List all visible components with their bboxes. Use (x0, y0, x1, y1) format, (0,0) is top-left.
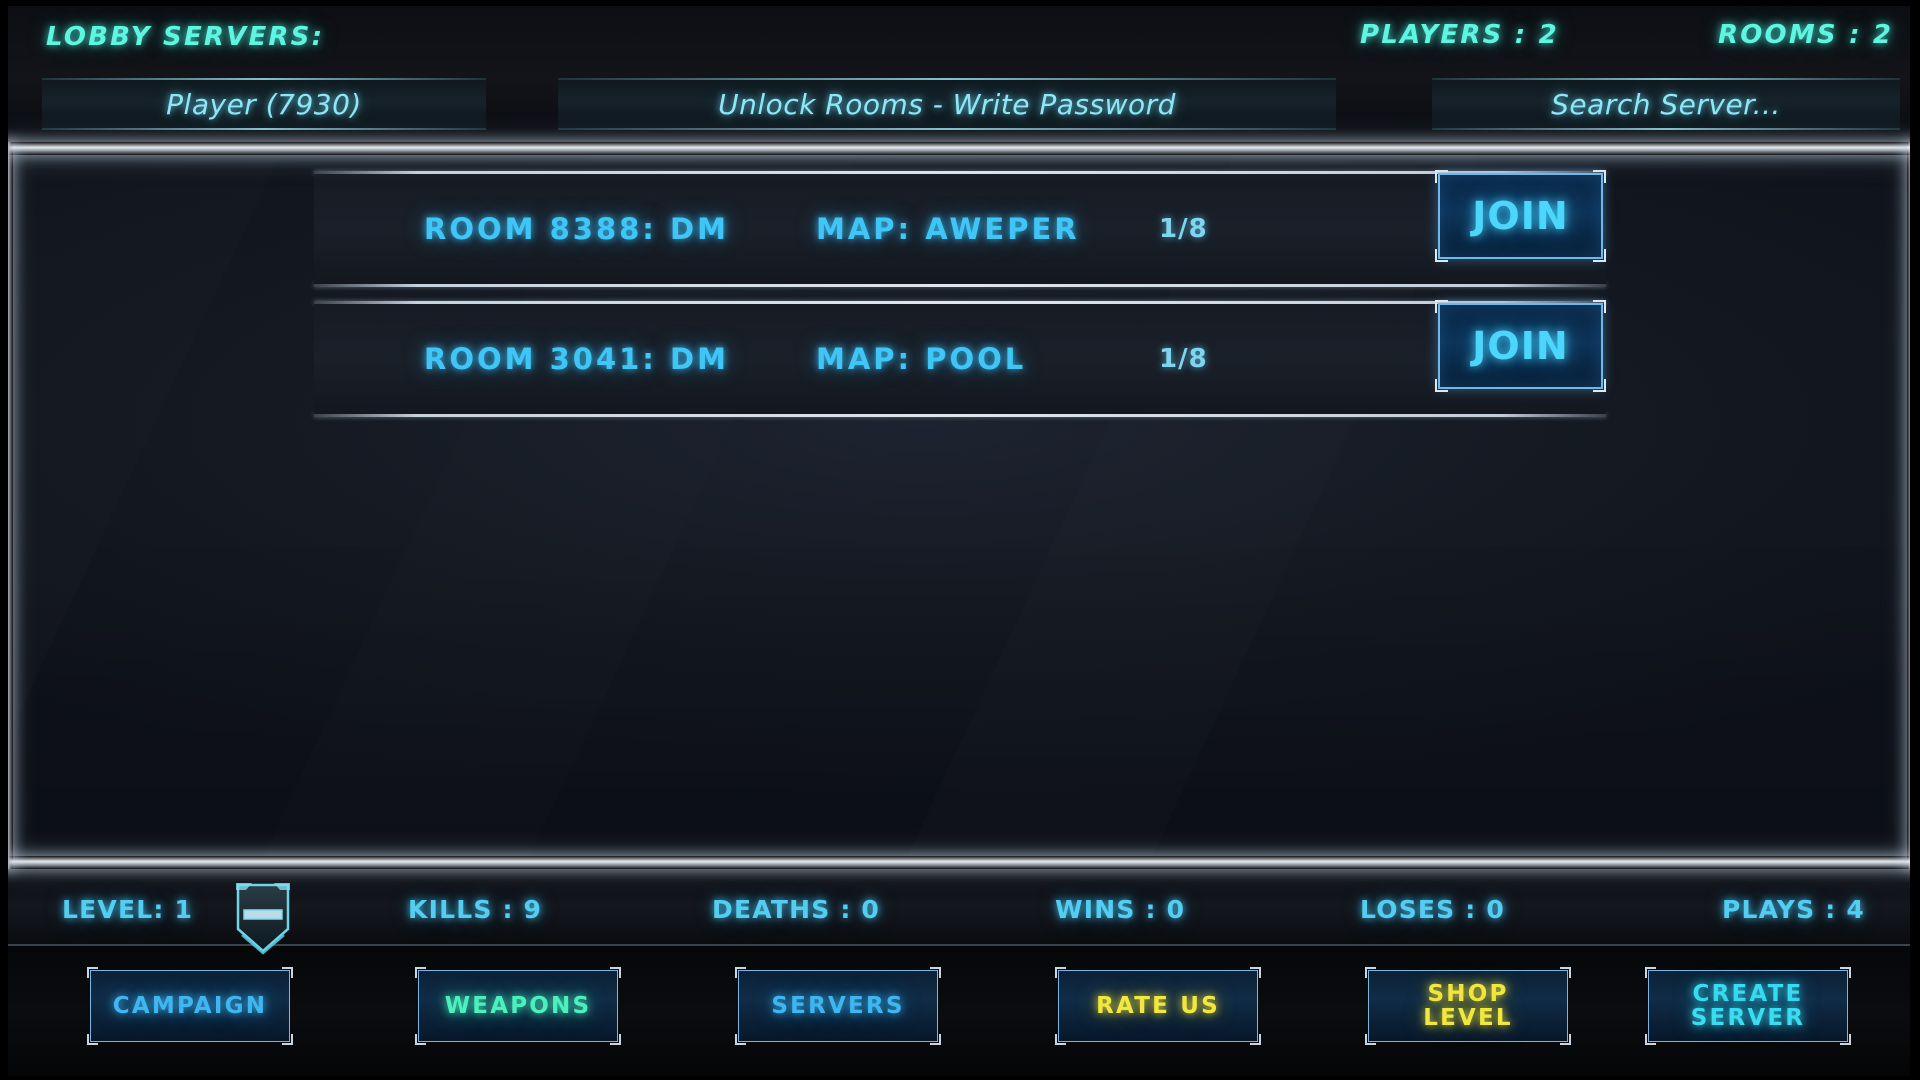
room-name: ROOM 3041: DM (424, 342, 729, 376)
corner-bracket-br (610, 1034, 621, 1045)
corner-bracket-bl (1435, 379, 1448, 392)
nav-button-servers[interactable]: SERVERS (735, 967, 941, 1045)
corner-bracket-tr (282, 967, 293, 978)
stat-wins: WINS : 0 (1055, 895, 1186, 924)
corner-bracket-bl (415, 1034, 426, 1045)
nav-button-label: CREATE (1692, 980, 1804, 1007)
nav-button-shop[interactable]: SHOP LEVEL (1365, 967, 1571, 1045)
corner-bracket-tl (87, 967, 98, 978)
corner-bracket-bl (1365, 1034, 1376, 1045)
nav-button-label: WEAPONS (444, 992, 592, 1019)
corner-bracket-tr (610, 967, 621, 978)
nav-button-label-2: LEVEL (1423, 1005, 1513, 1031)
corner-bracket-bl (735, 1034, 746, 1045)
frame-divider-top (0, 142, 1920, 155)
server-room-list: ROOM 8388: DM MAP: AWEPER 1/8 JOIN ROOM 3041… (13, 155, 1907, 417)
row-rule-bottom (314, 414, 1606, 417)
nav-button-create[interactable]: CREATE SERVER (1645, 967, 1851, 1045)
nav-button-label: SHOP (1427, 980, 1509, 1007)
stat-kills: KILLS : 9 (408, 895, 543, 924)
stat-loses: LOSES : 0 (1360, 895, 1505, 924)
corner-bracket-bl (1645, 1034, 1656, 1045)
corner-bracket-tr (1593, 170, 1606, 183)
corner-bracket-tr (1840, 967, 1851, 978)
corner-bracket-bl (87, 1034, 98, 1045)
join-button[interactable]: JOIN (1435, 170, 1606, 262)
bottom-nav-bar: CAMPAIGN WEAPONS SERVERS RATE US SHOP LEVEL CR… (0, 946, 1920, 1080)
corner-bracket-br (1593, 249, 1606, 262)
search-input[interactable]: Search Server... (1432, 78, 1900, 130)
corner-bracket-tr (1560, 967, 1571, 978)
corner-bracket-br (1560, 1034, 1571, 1045)
shield-rank-icon (228, 877, 298, 955)
letterbox-left (0, 0, 8, 1080)
frame-divider-bottom (0, 856, 1920, 869)
room-map: MAP: AWEPER (816, 212, 1080, 246)
player-name-field[interactable]: Player (7930) (42, 78, 486, 130)
players-count-label: PLAYERS : 2 (1360, 20, 1559, 50)
join-button-label: JOIN (1472, 324, 1569, 368)
corner-bracket-tr (1593, 300, 1606, 313)
row-rule-bottom (314, 284, 1606, 287)
corner-bracket-br (1250, 1034, 1261, 1045)
nav-button-label: RATE US (1096, 992, 1220, 1019)
nav-button-label-2: SERVER (1690, 1005, 1806, 1031)
top-header-bar: LOBBY SERVERS: PLAYERS : 2 ROOMS : 2 Pla… (0, 0, 1920, 142)
corner-bracket-br (930, 1034, 941, 1045)
room-name: ROOM 8388: DM (424, 212, 729, 246)
corner-bracket-br (1593, 379, 1606, 392)
nav-button-label: CAMPAIGN (112, 992, 268, 1019)
corner-bracket-bl (1055, 1034, 1066, 1045)
table-row: ROOM 8388: DM MAP: AWEPER 1/8 JOIN (314, 170, 1606, 287)
corner-bracket-bl (1435, 249, 1448, 262)
password-placeholder: Unlock Rooms - Write Password (718, 87, 1176, 121)
join-button-label: JOIN (1472, 194, 1569, 238)
game-lobby-screen: LOBBY SERVERS: PLAYERS : 2 ROOMS : 2 Pla… (0, 0, 1920, 1080)
password-input[interactable]: Unlock Rooms - Write Password (558, 78, 1336, 130)
stat-plays: PLAYS : 4 (1722, 895, 1865, 924)
stat-level: LEVEL: 1 (62, 895, 194, 924)
letterbox-right (1910, 0, 1920, 1080)
server-list-panel: ROOM 8388: DM MAP: AWEPER 1/8 JOIN ROOM 3041… (13, 155, 1907, 856)
room-slots: 1/8 (1159, 214, 1208, 244)
corner-bracket-br (1840, 1034, 1851, 1045)
room-row-content: ROOM 8388: DM MAP: AWEPER 1/8 JOIN (314, 170, 1606, 284)
corner-bracket-br (282, 1034, 293, 1045)
corner-bracket-tl (735, 967, 746, 978)
letterbox-top (0, 0, 1920, 6)
page-title: LOBBY SERVERS: (46, 22, 325, 52)
corner-bracket-tl (1435, 300, 1448, 313)
corner-bracket-tr (1250, 967, 1261, 978)
corner-bracket-tl (415, 967, 426, 978)
rooms-count-label: ROOMS : 2 (1718, 20, 1894, 50)
search-placeholder: Search Server... (1551, 87, 1781, 121)
nav-button-weapons[interactable]: WEAPONS (415, 967, 621, 1045)
stat-deaths: DEATHS : 0 (712, 895, 881, 924)
room-slots: 1/8 (1159, 344, 1208, 374)
corner-bracket-tl (1365, 967, 1376, 978)
table-row: ROOM 3041: DM MAP: POOL 1/8 JOIN (314, 300, 1606, 417)
corner-bracket-tl (1435, 170, 1448, 183)
corner-bracket-tl (1645, 967, 1656, 978)
nav-button-label: SERVERS (771, 992, 905, 1019)
corner-bracket-tl (1055, 967, 1066, 978)
player-name-value: Player (7930) (166, 87, 362, 121)
join-button[interactable]: JOIN (1435, 300, 1606, 392)
nav-button-campaign[interactable]: CAMPAIGN (87, 967, 293, 1045)
nav-button-rate-us[interactable]: RATE US (1055, 967, 1261, 1045)
corner-bracket-tr (930, 967, 941, 978)
letterbox-bottom (0, 1076, 1920, 1080)
room-map: MAP: POOL (816, 342, 1027, 376)
room-row-content: ROOM 3041: DM MAP: POOL 1/8 JOIN (314, 300, 1606, 414)
